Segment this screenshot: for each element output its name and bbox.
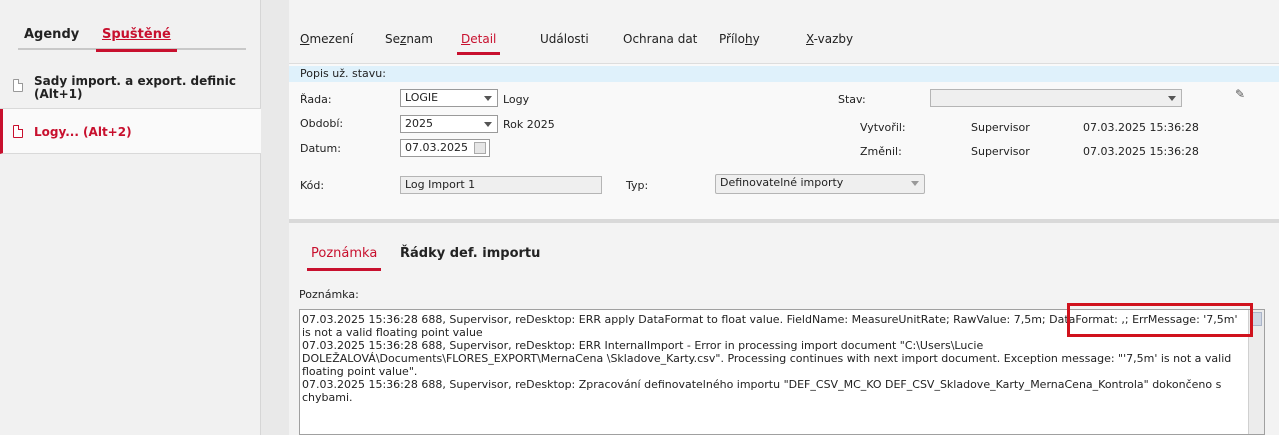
obdobi-text: Rok 2025	[503, 118, 555, 131]
vytvoril-date: 07.03.2025 15:36:28	[1083, 121, 1199, 134]
chevron-down-icon	[484, 122, 492, 127]
vytvoril-user: Supervisor	[971, 121, 1030, 134]
main-panel: Omezení Seznam Detail Události Ochrana d…	[289, 0, 1279, 435]
tab-ochrana-dat[interactable]: Ochrana dat	[623, 32, 697, 46]
list-item-sady-import[interactable]: Sady import. a export. definic (Alt+1)	[0, 62, 261, 109]
list-item-label: Sady import. a export. definic (Alt+1)	[34, 74, 236, 101]
rada-label: Řada:	[300, 93, 332, 106]
rada-text: Logy	[503, 93, 530, 106]
kod-field[interactable]: Log Import 1	[400, 176, 602, 194]
zmenil-user: Supervisor	[971, 145, 1030, 158]
tab-x-vazby[interactable]: X-vazby	[806, 32, 853, 46]
list-item-logy[interactable]: Logy... (Alt+2)	[0, 109, 261, 154]
typ-select[interactable]: Definovatelné importy	[715, 174, 925, 194]
obdobi-select[interactable]: 2025	[400, 115, 498, 133]
kod-label: Kód:	[300, 179, 325, 192]
stav-select[interactable]	[930, 89, 1182, 107]
vytvoril-label: Vytvořil:	[860, 121, 906, 134]
stav-label: Stav:	[838, 93, 866, 106]
chevron-down-icon	[1168, 96, 1176, 101]
tab-seznam[interactable]: Seznam	[385, 32, 433, 46]
document-icon	[13, 79, 23, 92]
datum-value: 07.03.2025	[405, 141, 468, 154]
detail-tabs: Omezení Seznam Detail Události Ochrana d…	[289, 0, 1279, 64]
typ-label: Typ:	[626, 179, 649, 192]
tab-radky-def-importu[interactable]: Řádky def. importu	[400, 246, 540, 261]
rada-select[interactable]: LOGIE	[400, 89, 498, 107]
tab-detail[interactable]: Detail	[456, 32, 501, 55]
left-panel: Agendy Spuštěné Sady import. a export. d…	[0, 0, 261, 435]
detail-form: Popis už. stavu: Řada: LOGIE Logy Období…	[289, 64, 1279, 219]
kod-value: Log Import 1	[405, 178, 476, 191]
datum-field[interactable]: 07.03.2025	[400, 139, 490, 157]
list-item-label: Logy... (Alt+2)	[34, 125, 132, 139]
tab-agendy[interactable]: Agendy	[24, 27, 79, 42]
tab-udalosti[interactable]: Události	[540, 32, 589, 46]
tab-poznamka[interactable]: Poznámka	[306, 246, 382, 271]
obdobi-label: Období:	[300, 117, 344, 130]
chevron-down-icon	[484, 96, 492, 101]
left-tabs: Agendy Spuštěné	[18, 20, 246, 52]
error-highlight-box	[1067, 303, 1253, 337]
typ-value: Definovatelné importy	[720, 176, 844, 189]
document-icon	[13, 125, 23, 138]
datum-label: Datum:	[300, 142, 341, 155]
note-line: 07.03.2025 15:36:28 688, Supervisor, reD…	[302, 378, 1222, 404]
edit-icon[interactable]: ✎	[1235, 87, 1249, 101]
rada-value: LOGIE	[405, 91, 439, 104]
note-line: 07.03.2025 15:36:28 688, Supervisor, reD…	[302, 339, 1232, 378]
obdobi-value: 2025	[405, 117, 433, 130]
zmenil-date: 07.03.2025 15:36:28	[1083, 145, 1199, 158]
tab-omezeni[interactable]: Omezení	[300, 32, 353, 46]
desc-bar: Popis už. stavu:	[289, 66, 1279, 82]
calendar-icon[interactable]	[474, 142, 486, 154]
chevron-down-icon	[911, 181, 919, 186]
note-label: Poznámka:	[299, 288, 359, 301]
tab-spustene[interactable]: Spuštěné	[96, 27, 177, 52]
zmenil-label: Změnil:	[860, 145, 902, 158]
tab-prilohy[interactable]: Přílohy	[719, 32, 760, 46]
